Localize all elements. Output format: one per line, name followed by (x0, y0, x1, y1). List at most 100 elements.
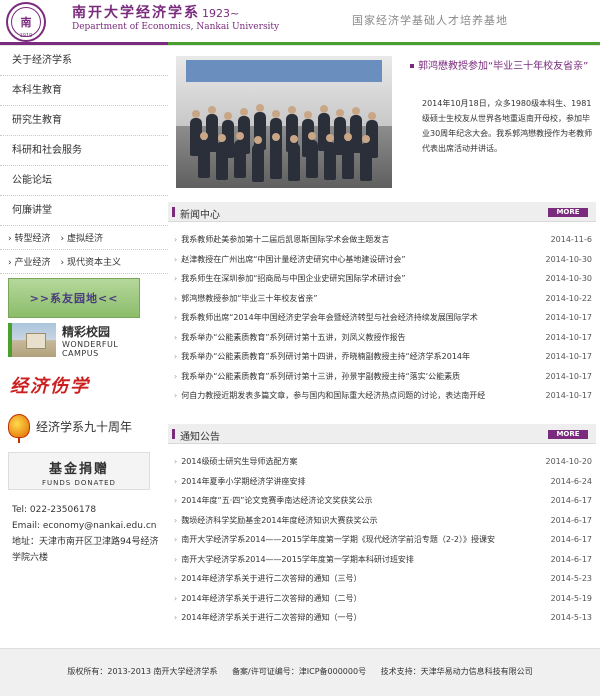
photo-person (270, 133, 282, 179)
bullet-icon: › (174, 457, 178, 467)
list-item-title[interactable]: 2014年经济学系关于进行二次答辩的通知（二号） (181, 593, 536, 604)
nav-modern-capitalism[interactable]: › 现代资本主义 (60, 255, 120, 268)
left-sidebar: 关于经济学系 本科生教育 研究生教育 科研和社会服务 公能论坛 何廉讲堂 › 转… (0, 46, 168, 566)
list-item-date: 2014-10-17 (545, 313, 593, 323)
photo-person (288, 135, 300, 181)
news-section-header: 新闻中心 MORE (168, 202, 596, 222)
list-item-title[interactable]: 何自力教授近期发表多篇文章，参与国内和国际重大经济热点问题的讨论，表达南开经 (181, 390, 536, 401)
list-item[interactable]: › 2014年经济学系关于进行二次答辩的通知（二号） 2014-5-19 (168, 589, 596, 609)
list-item[interactable]: › 我系举办“公能素质教育”系列研讨第十四讲，乔晓楠副教授主持“经济学系2014年… (168, 347, 596, 367)
list-item[interactable]: › 我系教师出席“2014年中国经济史学会年会暨经济转型与社会经济持续发展国际学术… (168, 308, 596, 328)
footer-copyright: 版权所有：2013-2013 南开大学经济学系 (67, 667, 218, 676)
bullet-icon: › (174, 235, 178, 245)
list-item-date: 2014-10-17 (545, 332, 593, 342)
nav-virtual-economics[interactable]: › 虚拟经济 (60, 231, 102, 244)
notices-section: 通知公告 MORE › 2014级硕士研究生导师选配方案 2014-10-20 › 20… (168, 424, 596, 628)
campus-banner-text: 精彩校园 WONDERFUL CAMPUS (62, 323, 158, 358)
anniversary-banner-label: 经济学系九十周年 (36, 419, 133, 434)
nav-research[interactable]: 科研和社会服务 (0, 136, 168, 166)
list-item-date: 2014-6-24 (550, 476, 592, 486)
list-item-title[interactable]: 南开大学经济学系2014——2015学年度第一学期《现代经济学前沿专题（2-2）… (181, 534, 536, 545)
list-item-title[interactable]: 我系举办“公能素质教育”系列研讨第十三讲，孙景宇副教授主持“落实‘公能素质 (181, 371, 536, 382)
list-item[interactable]: › 2014级硕士研究生导师选配方案 2014-10-20 (168, 452, 596, 472)
list-item-title[interactable]: 赵津教授在广州出席“中国计量经济史研究中心基地建设研讨会” (181, 254, 536, 265)
list-item[interactable]: › 2014年夏季小学期经济学讲座安排 2014-6-24 (168, 472, 596, 492)
alumni-banner[interactable]: >>系友园地<< (8, 278, 140, 318)
list-item[interactable]: › 我系教师赴美参加第十二届后凯恩斯国际学术会做主题发言 2014-11-6 (168, 230, 596, 250)
list-item[interactable]: › 2014年度“五·四”论文竞赛季南达经济论文奖获奖公示 2014-6-17 (168, 491, 596, 511)
featured-story-title[interactable]: 郭鸿懋教授参加“毕业三十年校友省亲” (410, 60, 594, 74)
notices-section-header: 通知公告 MORE (168, 424, 596, 444)
news-section-title: 新闻中心 (180, 210, 220, 221)
wonderful-campus-banner[interactable]: 精彩校园 WONDERFUL CAMPUS (8, 322, 158, 358)
list-item[interactable]: › 魏埙经济科学奖励基金2014年度经济知识大赛获奖公示 2014-6-17 (168, 511, 596, 531)
nav-graduate[interactable]: 研究生教育 (0, 106, 168, 136)
nav-undergraduate[interactable]: 本科生教育 (0, 76, 168, 106)
list-item-title[interactable]: 我系举办“公能素质教育”系列研讨第十五讲，刘凤义教授作报告 (181, 332, 536, 343)
list-item[interactable]: › 郭鸿懋教授参加“毕业三十年校友省亲” 2014-10-22 (168, 289, 596, 309)
featured-story-photo[interactable] (176, 56, 392, 188)
header-slogan: 国家经济学基础人才培养基地 (352, 14, 508, 27)
bullet-icon: › (174, 515, 178, 525)
bullet-icon: › (174, 293, 178, 303)
list-item[interactable]: › 2014年经济学系关于进行二次答辩的通知（一号） 2014-5-13 (168, 608, 596, 628)
photo-person (360, 135, 372, 181)
list-item[interactable]: › 赵津教授在广州出席“中国计量经济史研究中心基地建设研讨会” 2014-10-30 (168, 250, 596, 270)
list-item-title[interactable]: 魏埙经济科学奖励基金2014年度经济知识大赛获奖公示 (181, 515, 536, 526)
nav-virtual-economics-label: 虚拟经济 (66, 234, 103, 244)
list-item[interactable]: › 我系举办“公能素质教育”系列研讨第十三讲，孙景宇副教授主持“落实‘公能素质 20… (168, 367, 596, 387)
list-item-title[interactable]: 我系教师出席“2014年中国经济史学会年会暨经济转型与社会经济持续发展国际学术 (181, 312, 536, 323)
list-item[interactable]: › 何自力教授近期发表多篇文章，参与国内和国际重大经济热点问题的讨论，表达南开经 2… (168, 386, 596, 406)
list-item-title[interactable]: 我系教师赴美参加第十二届后凯恩斯国际学术会做主题发言 (181, 234, 536, 245)
calligraphy-banner[interactable]: 经济伤学 (10, 372, 160, 398)
bullet-icon: › (174, 554, 178, 564)
section-marker-icon (172, 207, 175, 217)
news-list: › 我系教师赴美参加第十二届后凯恩斯国际学术会做主题发言 2014-11-6 › 赵津教… (168, 230, 596, 406)
nav-industrial-economics-label: 产业经济 (14, 258, 51, 268)
ninetieth-anniversary-banner[interactable]: 经济学系九十周年 (8, 412, 160, 443)
bullet-icon: › (174, 371, 178, 381)
site-title-cn[interactable]: 南开大学经济学系 1923~ (72, 2, 239, 22)
list-item[interactable]: › 我系举办“公能素质教育”系列研讨第十五讲，刘凤义教授作报告 2014-10-17 (168, 328, 596, 348)
news-more-button[interactable]: MORE (548, 208, 588, 217)
notices-list: › 2014级硕士研究生导师选配方案 2014-10-20 › 2014年夏季小学期经济… (168, 452, 596, 628)
nav-industrial-economics[interactable]: › 产业经济 (8, 255, 50, 268)
list-item-title[interactable]: 2014级硕士研究生导师选配方案 (181, 456, 536, 467)
bullet-icon: › (174, 496, 178, 506)
nav-transition-economics[interactable]: › 转型经济 (8, 231, 50, 244)
list-item-title[interactable]: 2014年度“五·四”论文竞赛季南达经济论文奖获奖公示 (181, 495, 536, 506)
list-item-title[interactable]: 南开大学经济学系2014——2015学年度第一学期本科研讨班安排 (181, 554, 536, 565)
footer-text: 版权所有：2013-2013 南开大学经济学系 备案/许可证编号：津ICP备00… (0, 666, 600, 677)
photo-person (306, 132, 318, 178)
list-item-title[interactable]: 2014年经济学系关于进行二次答辩的通知（一号） (181, 612, 536, 623)
list-item-title[interactable]: 郭鸿懋教授参加“毕业三十年校友省亲” (181, 293, 536, 304)
notices-more-button[interactable]: MORE (548, 430, 588, 439)
nav-about[interactable]: 关于经济学系 (0, 46, 168, 76)
funds-donated-banner[interactable]: 基金捐赠 FUNDS DONATED (8, 452, 150, 490)
lantern-icon (8, 414, 30, 443)
site-title-en: Department of Economics, Nankai Universi… (72, 22, 280, 32)
site-header: 南 1919 南开大学经济学系 1923~ Department of Econo… (0, 0, 600, 42)
list-item-title[interactable]: 我系师生在深圳参加“招商局与中国企业史研究国际学术研讨会” (181, 273, 536, 284)
list-item-title[interactable]: 2014年经济学系关于进行二次答辩的通知（三号） (181, 573, 536, 584)
list-item[interactable]: › 2014年经济学系关于进行二次答辩的通知（三号） 2014-5-23 (168, 569, 596, 589)
featured-story-title-text: 郭鸿懋教授参加“毕业三十年校友省亲” (418, 61, 589, 72)
list-item-title[interactable]: 我系举办“公能素质教育”系列研讨第十四讲，乔晓楠副教授主持“经济学系2014年 (181, 351, 536, 362)
university-seal-logo[interactable]: 南 1919 (6, 2, 46, 42)
photo-person (198, 132, 210, 178)
news-section: 新闻中心 MORE › 我系教师赴美参加第十二届后凯恩斯国际学术会做主题发言 201… (168, 202, 596, 406)
contact-email[interactable]: Email: economy@nankai.edu.cn (12, 518, 160, 534)
footer-support[interactable]: 技术支持：天津华易动力信息科技有限公司 (381, 667, 533, 676)
list-item-date: 2014-6-17 (550, 515, 592, 525)
photo-person (324, 134, 336, 180)
list-item[interactable]: › 南开大学经济学系2014——2015学年度第一学期本科研讨班安排 2014-6-… (168, 550, 596, 570)
footer-icp[interactable]: 备案/许可证编号：津ICP备000000号 (232, 667, 366, 676)
nav-helian-lecture[interactable]: 何廉讲堂 (0, 196, 168, 226)
list-item[interactable]: › 南开大学经济学系2014——2015学年度第一学期《现代经济学前沿专题（2-2… (168, 530, 596, 550)
list-item[interactable]: › 我系师生在深圳参加“招商局与中国企业史研究国际学术研讨会” 2014-10-30 (168, 269, 596, 289)
bullet-icon: › (174, 535, 178, 545)
photo-person (342, 133, 354, 179)
nav-gongneng-forum[interactable]: 公能论坛 (0, 166, 168, 196)
contact-info: Tel: 022-23506178 Email: economy@nankai.… (12, 502, 160, 566)
list-item-title[interactable]: 2014年夏季小学期经济学讲座安排 (181, 476, 536, 487)
